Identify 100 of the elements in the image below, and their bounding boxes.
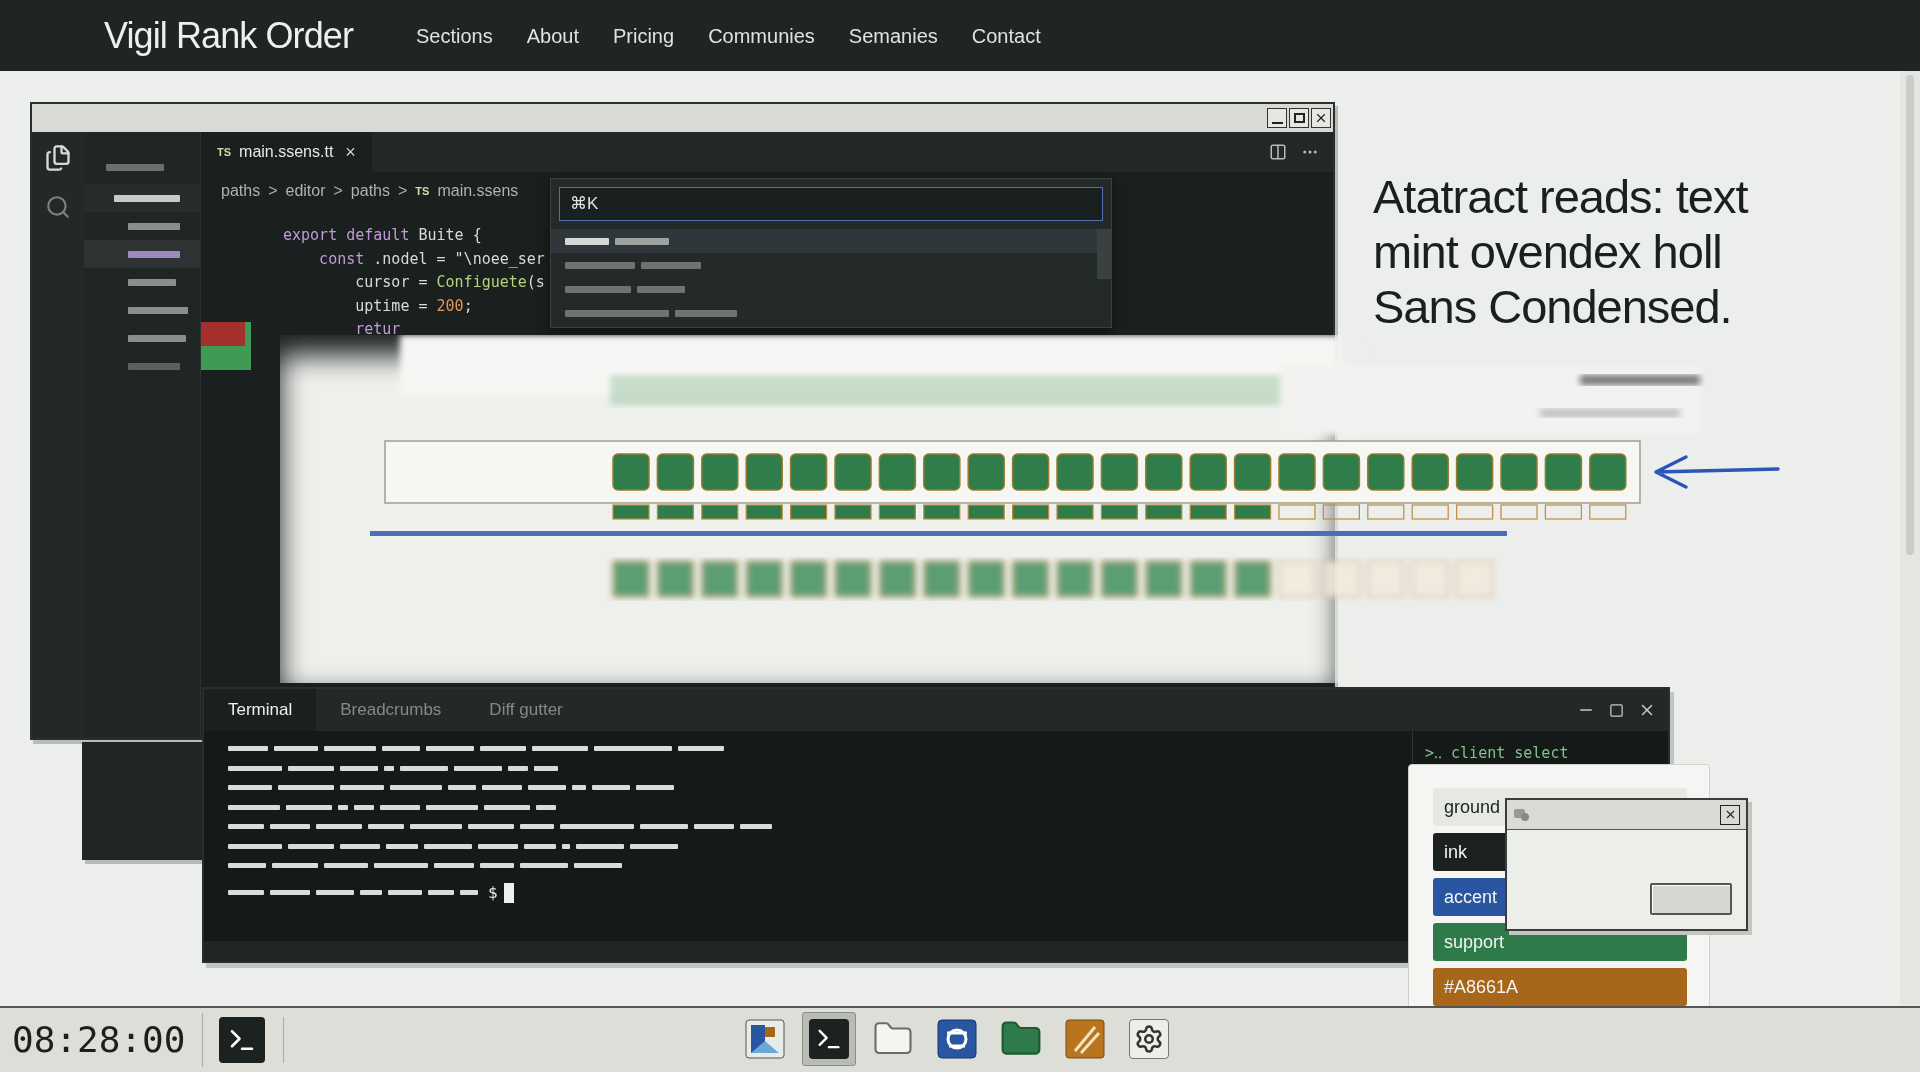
placeholder-bar bbox=[410, 824, 462, 829]
placeholder-bar bbox=[228, 765, 282, 771]
placeholder-bar bbox=[454, 765, 502, 771]
placeholder-bar bbox=[340, 843, 380, 849]
close-button[interactable] bbox=[1720, 804, 1740, 825]
placeholder-bar bbox=[228, 804, 280, 810]
placeholder-bar bbox=[228, 843, 282, 849]
placeholder-bar bbox=[324, 746, 376, 751]
placeholder-bar bbox=[390, 785, 442, 790]
placeholder-bar bbox=[532, 746, 588, 751]
placeholder-bar bbox=[360, 890, 382, 895]
close-button[interactable] bbox=[1311, 108, 1331, 128]
placeholder-bar bbox=[480, 746, 526, 751]
placeholder-bar bbox=[565, 285, 631, 293]
placeholder-bar bbox=[508, 765, 528, 771]
breadcrumb-separator: > bbox=[398, 181, 408, 201]
panel-tab[interactable]: Terminal bbox=[204, 689, 317, 731]
code-line: uptime = 200; bbox=[354, 295, 474, 317]
placeholder-bar bbox=[354, 804, 374, 810]
placeholder-bar bbox=[106, 163, 164, 171]
settings-icon[interactable] bbox=[1134, 1024, 1164, 1054]
maximize-button[interactable] bbox=[1289, 108, 1309, 128]
placeholder-bar bbox=[384, 765, 394, 771]
nav-link[interactable]: Pricing bbox=[613, 20, 675, 51]
placeholder-bar bbox=[274, 746, 318, 751]
maximize-icon[interactable] bbox=[1609, 702, 1624, 718]
placeholder-bar bbox=[128, 334, 186, 342]
pen-app-icon[interactable] bbox=[1065, 1019, 1105, 1059]
placeholder-bar bbox=[576, 843, 624, 849]
placeholder-bar bbox=[386, 843, 418, 849]
placeholder-bar bbox=[228, 890, 264, 895]
placeholder-bar bbox=[637, 285, 685, 293]
placeholder-bar bbox=[426, 804, 478, 810]
placeholder-bar bbox=[536, 804, 556, 810]
language-label: TS bbox=[415, 183, 430, 199]
tab-close[interactable]: × bbox=[345, 138, 356, 166]
placeholder-bar bbox=[565, 261, 635, 269]
code-line: const .nodel = "\noee_ser bbox=[318, 248, 545, 270]
placeholder-bar bbox=[520, 824, 554, 829]
nav-link[interactable]: About bbox=[526, 20, 579, 51]
placeholder-bar bbox=[434, 863, 474, 868]
placeholder-bar bbox=[228, 824, 264, 829]
files-icon[interactable] bbox=[44, 144, 72, 172]
nav-link[interactable]: Semanies bbox=[848, 20, 938, 51]
taskbar-button[interactable] bbox=[802, 1012, 856, 1066]
placeholder-bar bbox=[128, 222, 180, 230]
placeholder-bar bbox=[468, 824, 514, 829]
close-icon bbox=[1314, 111, 1328, 125]
placeholder-bar bbox=[426, 746, 474, 751]
placeholder-bar bbox=[592, 785, 630, 790]
placeholder-bar bbox=[272, 863, 318, 868]
placeholder-bar bbox=[114, 194, 180, 202]
placeholder-bar bbox=[460, 890, 478, 895]
panel-tab[interactable]: Diff gutter bbox=[465, 689, 587, 731]
placeholder-bar bbox=[484, 804, 530, 810]
panel-tab[interactable]: Breadcrumbs bbox=[316, 689, 466, 731]
breadcrumb-separator: > bbox=[333, 181, 343, 201]
ring-app-icon[interactable] bbox=[937, 1019, 977, 1059]
breadcrumb[interactable]: paths bbox=[350, 179, 390, 203]
placeholder-bar bbox=[374, 863, 428, 868]
placeholder-bar bbox=[338, 804, 348, 810]
minimize-button[interactable] bbox=[1267, 108, 1287, 128]
breadcrumb[interactable]: main.ssens bbox=[437, 179, 519, 203]
nav-link[interactable]: Sections bbox=[416, 20, 493, 51]
breadcrumb[interactable]: paths bbox=[221, 179, 261, 203]
breadcrumb[interactable]: editor bbox=[285, 179, 326, 203]
placeholder-bar bbox=[640, 824, 688, 829]
side-command: >‥ client select bbox=[1425, 744, 1569, 762]
headline-text: Atatract reads: text mint ovendex holl Sans Condensed. bbox=[1373, 169, 1750, 334]
code-line: cursor = Configuete(s bbox=[354, 272, 545, 293]
placeholder-bar bbox=[565, 237, 609, 245]
dialog-button[interactable] bbox=[1650, 883, 1732, 915]
nav-link[interactable]: Contact bbox=[971, 20, 1041, 51]
search-icon[interactable] bbox=[45, 194, 71, 220]
app-icon bbox=[1513, 807, 1531, 822]
scrollbar[interactable] bbox=[1097, 229, 1111, 279]
placeholder-bar bbox=[678, 746, 724, 751]
tab-title: main.ssens.tt bbox=[239, 142, 334, 162]
placeholder-bar bbox=[380, 804, 420, 810]
split-editor-icon[interactable] bbox=[1269, 143, 1287, 161]
placeholder-bar bbox=[388, 890, 422, 895]
placeholder-bar bbox=[128, 278, 176, 286]
palette-input[interactable]: ⌘K bbox=[559, 187, 1103, 221]
image-app-icon[interactable] bbox=[745, 1019, 785, 1059]
scrollbar-thumb[interactable] bbox=[1906, 75, 1914, 555]
placeholder-bar bbox=[424, 843, 472, 849]
placeholder-bar bbox=[740, 824, 772, 829]
placeholder-bar bbox=[128, 306, 188, 314]
nav-link[interactable]: Communies bbox=[708, 20, 815, 51]
placeholder-bar bbox=[270, 824, 310, 829]
editor-tab[interactable]: TS main.ssens.tt × bbox=[201, 132, 372, 172]
placeholder-bar bbox=[128, 250, 180, 258]
placeholder-bar bbox=[288, 765, 334, 771]
placeholder-bar bbox=[324, 863, 368, 868]
site-title[interactable]: Vigil Rank Order bbox=[104, 8, 416, 63]
terminal-launcher[interactable] bbox=[219, 1017, 265, 1063]
placeholder-bar bbox=[615, 237, 669, 245]
placeholder-bar bbox=[288, 843, 334, 849]
color-swatch[interactable]: #A8661A bbox=[1433, 968, 1687, 1006]
placeholder-bar bbox=[316, 824, 362, 829]
